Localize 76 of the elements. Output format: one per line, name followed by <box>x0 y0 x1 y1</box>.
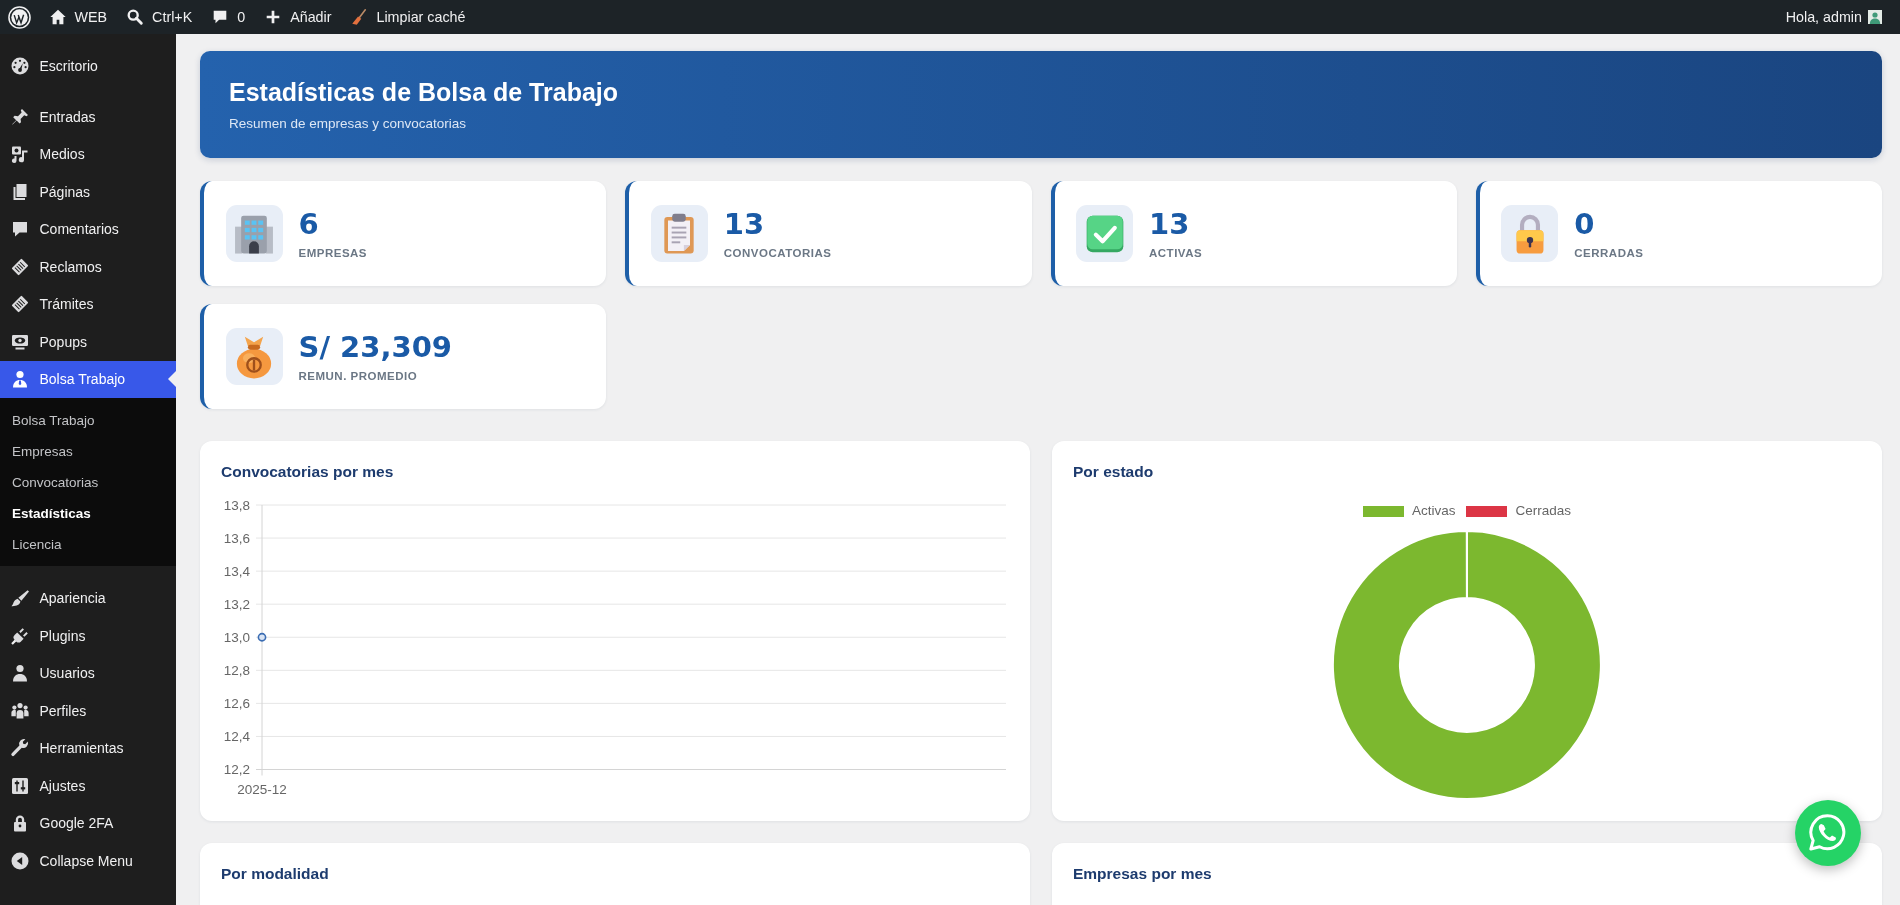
stat-label: ACTIVAS <box>1149 245 1203 260</box>
stat-value: 13 <box>723 207 766 240</box>
stat-label: EMPRESAS <box>298 245 368 260</box>
padlock-icon <box>1501 205 1559 262</box>
paintbrush-icon <box>9 588 30 609</box>
stat-label: CERRADAS <box>1574 245 1644 260</box>
gauge-icon <box>9 55 30 76</box>
sidebar-item[interactable]: Páginas <box>0 173 176 211</box>
plug-icon <box>9 625 30 646</box>
sidebar-item[interactable]: Apariencia <box>0 579 176 617</box>
broom-icon <box>350 8 369 26</box>
axis-label: 13,2 <box>223 596 250 612</box>
axis-label: 13,0 <box>223 629 250 645</box>
stat-value: 13 <box>1149 207 1191 240</box>
new-content-link[interactable]: Añadir <box>254 0 341 34</box>
sidebar-item[interactable]: Google 2FA <box>0 804 176 842</box>
account-link[interactable]: Hola, admin <box>1785 0 1882 34</box>
submenu-item[interactable]: Convocatorias <box>0 467 176 498</box>
page-subtitle: Resumen de empresas y convocatorias <box>229 116 468 132</box>
legend-label: Activas <box>1411 503 1456 519</box>
sidebar-item[interactable]: Medios <box>0 135 176 173</box>
sidebar-item[interactable]: Escritorio <box>0 47 176 85</box>
submenu-item[interactable]: Bolsa Trabajo <box>0 405 176 436</box>
money-bag-icon <box>225 328 283 385</box>
sliders-icon <box>9 775 30 796</box>
sidebar-item[interactable]: Popups <box>0 323 176 361</box>
search-icon <box>126 8 145 26</box>
axis-label: 12,6 <box>223 695 250 711</box>
submenu-item[interactable]: Empresas <box>0 436 176 467</box>
sidebar-item[interactable]: Bolsa Trabajo <box>0 360 176 398</box>
axis-label: 13,6 <box>223 530 250 546</box>
axis-label: 2025-12 <box>237 781 287 796</box>
clear-cache-button[interactable]: Limpiar caché <box>341 0 475 34</box>
stat-label: CONVOCATORIAS <box>723 245 832 260</box>
sidebar-item[interactable]: Ajustes <box>0 767 176 805</box>
collapse-button[interactable]: Collapse Menu <box>0 842 176 880</box>
logo-icon[interactable] <box>8 5 31 29</box>
wrench-icon <box>9 738 30 759</box>
submenu-item[interactable]: Estadísticas <box>0 498 176 529</box>
sidebar-item[interactable]: Trámites <box>0 285 176 323</box>
building-icon <box>225 205 283 262</box>
home-icon <box>48 8 67 26</box>
sidebar-item[interactable]: Plugins <box>0 617 176 655</box>
comments-link[interactable]: 0 <box>201 0 255 34</box>
card-title: Por modalidad <box>221 864 330 884</box>
card-title: Por estado <box>1073 461 1155 482</box>
stat-value: S/ 23,309 <box>298 330 452 363</box>
avatar-icon <box>1868 10 1882 24</box>
axis-label: 12,4 <box>223 728 250 744</box>
sidebar-item[interactable]: Herramientas <box>0 729 176 767</box>
pointer-icon <box>168 371 176 388</box>
axis-label: 12,2 <box>223 761 250 777</box>
card-title: Empresas por mes <box>1073 864 1213 884</box>
card-title: Convocatorias por mes <box>221 461 395 482</box>
sidebar-item[interactable]: Entradas <box>0 98 176 136</box>
sidebar-item[interactable]: Perfiles <box>0 692 176 730</box>
stat-value: 6 <box>298 207 320 240</box>
phone-bubble-icon <box>1809 814 1847 852</box>
sidebar-item[interactable]: Comentarios <box>0 210 176 248</box>
sidebar-item[interactable]: Usuarios <box>0 654 176 692</box>
legend-label: Cerradas <box>1515 503 1571 519</box>
media-icon <box>9 144 30 165</box>
axis-label: 13,4 <box>223 563 250 579</box>
axis-label: 13,8 <box>223 497 250 513</box>
axis-label: 12,8 <box>223 662 250 678</box>
data-point <box>257 632 267 642</box>
sidebar-item[interactable]: Reclamos <box>0 248 176 286</box>
page-title: Estadísticas de Bolsa de Trabajo <box>229 77 620 107</box>
submenu-item[interactable]: Licencia <box>0 529 176 560</box>
stat-label: REMUN. PROMEDIO <box>298 368 419 383</box>
search-button[interactable]: Ctrl+K <box>116 0 202 34</box>
people-icon <box>9 700 30 721</box>
checkbox-icon <box>1076 205 1133 262</box>
clipboard-icon <box>650 205 708 262</box>
stat-value: 0 <box>1574 207 1596 240</box>
site-link[interactable]: WEB <box>39 0 117 34</box>
